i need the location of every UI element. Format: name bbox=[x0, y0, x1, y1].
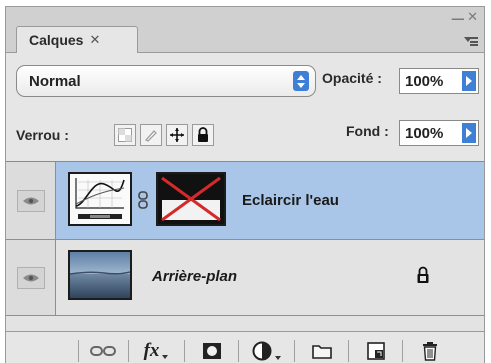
delete-layer-icon[interactable] bbox=[410, 338, 450, 363]
new-layer-icon[interactable] bbox=[356, 338, 396, 363]
opacity-slider-arrow-icon[interactable] bbox=[462, 71, 476, 91]
layers-footer: fx bbox=[6, 332, 484, 363]
layers-panel: Calques ✕ – ✕ Normal Opacité : 100% Verr… bbox=[5, 6, 485, 363]
panel-menu-icon[interactable] bbox=[464, 37, 478, 49]
background-image-thumbnail[interactable] bbox=[68, 250, 132, 300]
blend-mode-value: Normal bbox=[29, 72, 81, 90]
visibility-cell[interactable] bbox=[6, 240, 56, 315]
fill-slider-arrow-icon[interactable] bbox=[462, 123, 476, 143]
blend-opacity-row: Normal Opacité : 100% bbox=[6, 53, 484, 107]
curves-adjustment-thumbnail-icon[interactable] bbox=[68, 172, 132, 226]
lock-transparent-pixels-icon[interactable] bbox=[114, 124, 136, 146]
minimize-icon[interactable]: – bbox=[452, 7, 464, 29]
lock-all-icon[interactable] bbox=[192, 124, 214, 146]
layer-row-arriere-plan[interactable]: Arrière-plan bbox=[6, 240, 484, 316]
opacity-value: 100% bbox=[405, 72, 444, 90]
close-icon[interactable]: ✕ bbox=[467, 9, 478, 25]
tab-calques[interactable]: Calques ✕ bbox=[16, 26, 138, 53]
fill-value: 100% bbox=[405, 124, 444, 142]
fx-label: fx bbox=[143, 340, 160, 361]
eye-icon[interactable] bbox=[16, 189, 45, 212]
layer-name[interactable]: Eclaircir l'eau bbox=[242, 192, 339, 209]
fill-field[interactable]: 100% bbox=[399, 120, 479, 146]
layer-lock-icon bbox=[416, 266, 430, 284]
chain-link-icon[interactable] bbox=[138, 191, 148, 209]
opacity-field[interactable]: 100% bbox=[399, 68, 479, 94]
tab-close-icon[interactable]: ✕ bbox=[89, 32, 100, 48]
layer-style-fx-icon[interactable]: fx bbox=[134, 338, 178, 363]
tab-label: Calques bbox=[29, 32, 84, 48]
layer-mask-thumbnail-icon[interactable] bbox=[156, 172, 226, 226]
layers-empty-area bbox=[6, 316, 484, 332]
panel-tabstrip: Calques ✕ – ✕ bbox=[6, 7, 484, 53]
opacity-label: Opacité : bbox=[322, 70, 382, 86]
add-mask-icon[interactable] bbox=[192, 338, 232, 363]
link-layers-icon[interactable] bbox=[84, 338, 122, 363]
blend-mode-select[interactable]: Normal bbox=[16, 65, 316, 97]
blend-mode-stepper-icon[interactable] bbox=[293, 71, 309, 91]
fill-label: Fond : bbox=[346, 123, 389, 139]
lock-image-pixels-icon[interactable] bbox=[140, 124, 162, 146]
layer-name[interactable]: Arrière-plan bbox=[152, 268, 237, 285]
layer-row-eclaircir[interactable]: Eclaircir l'eau bbox=[6, 162, 484, 240]
eye-icon[interactable] bbox=[16, 266, 45, 289]
new-adjustment-layer-icon[interactable] bbox=[244, 338, 288, 363]
lock-label: Verrou : bbox=[16, 127, 69, 143]
lock-fill-row: Verrou : Fond : 100% bbox=[6, 107, 484, 162]
lock-position-icon[interactable] bbox=[166, 124, 188, 146]
new-group-icon[interactable] bbox=[302, 338, 342, 363]
visibility-cell[interactable] bbox=[6, 162, 56, 239]
